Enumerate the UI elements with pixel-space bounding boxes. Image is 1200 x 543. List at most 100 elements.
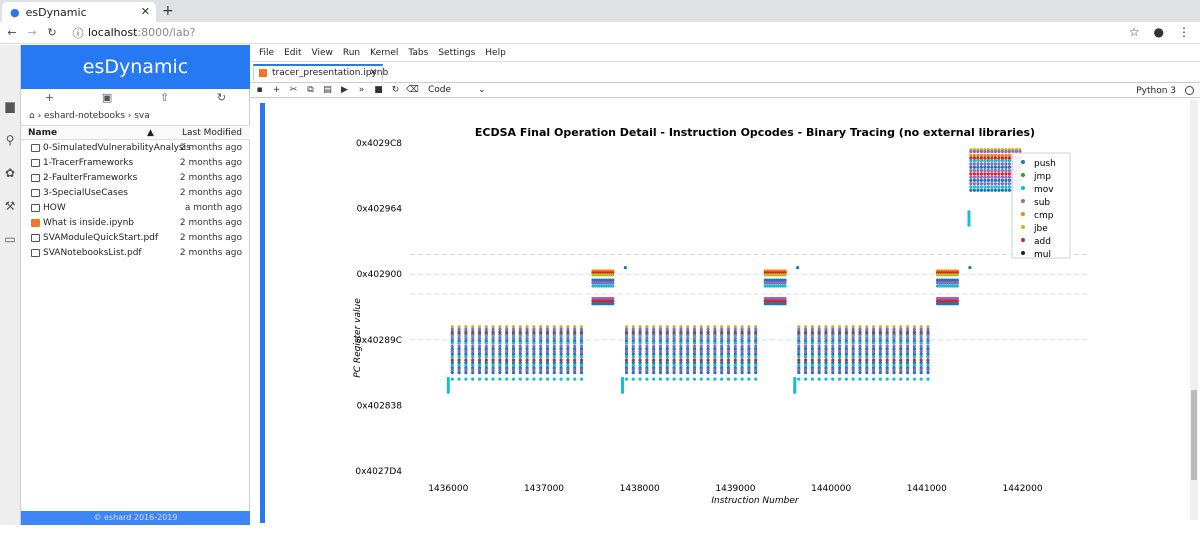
cell-type-select[interactable]: Code: [428, 85, 478, 95]
data-point: [997, 178, 1001, 182]
data-point: [665, 341, 669, 345]
back-icon[interactable]: ←: [4, 26, 20, 39]
data-point: [797, 377, 801, 381]
forward-icon[interactable]: →: [24, 26, 40, 39]
menu-item[interactable]: File: [259, 48, 274, 58]
run-icon[interactable]: ▶: [337, 85, 352, 95]
account-icon[interactable]: ●: [1154, 25, 1164, 39]
tabs-icon[interactable]: ▭: [3, 232, 17, 246]
palette-icon[interactable]: ✿: [3, 166, 17, 180]
breadcrumb-path[interactable]: › eshard-notebooks › sva: [38, 111, 150, 121]
file-row[interactable]: What is inside.ipynb 2 months ago: [21, 216, 250, 231]
menu-item[interactable]: Kernel: [370, 48, 398, 58]
active-cell-indicator[interactable]: [260, 103, 265, 523]
data-point: [477, 355, 482, 359]
data-point: [726, 377, 731, 381]
data-point: [885, 371, 889, 375]
file-row[interactable]: SVAModuleQuickStart.pdf 2 months ago: [21, 231, 250, 246]
stop-icon[interactable]: ■: [371, 85, 386, 95]
file-row[interactable]: HOW a month ago: [21, 201, 250, 216]
data-point: [905, 355, 910, 359]
column-modified[interactable]: Last Modified: [182, 128, 242, 138]
wrench-icon[interactable]: ⚒: [3, 199, 17, 213]
kernel-name[interactable]: Python 3: [1136, 86, 1176, 96]
menu-item[interactable]: Edit: [284, 48, 301, 58]
fast-forward-icon[interactable]: »: [354, 85, 369, 95]
save-icon[interactable]: ▪: [252, 85, 267, 95]
refresh-icon[interactable]: ↻: [217, 91, 226, 107]
data-point: [1004, 182, 1008, 186]
browser-tab[interactable]: ● esDynamic ✕: [2, 2, 156, 22]
data-point: [1007, 188, 1011, 192]
file-row[interactable]: 3-SpecialUseCases 2 months ago: [21, 186, 250, 201]
new-folder-icon[interactable]: ▣: [102, 91, 112, 107]
data-point: [645, 341, 649, 345]
data-point: [986, 188, 990, 192]
scrollbar[interactable]: [1190, 100, 1198, 520]
close-icon[interactable]: ✕: [141, 5, 150, 18]
data-point: [817, 371, 821, 375]
tab-notebook[interactable]: tracer_presentation.ipynb ✕: [253, 64, 388, 81]
data-point: [638, 341, 642, 345]
menu-item[interactable]: View: [312, 48, 333, 58]
paste-icon[interactable]: ▤: [320, 85, 335, 95]
menu-item[interactable]: Help: [485, 48, 506, 58]
new-tab-button[interactable]: +: [162, 3, 174, 19]
file-row[interactable]: 2-FaulterFrameworks 2 months ago: [21, 171, 250, 186]
data-point: [665, 371, 669, 375]
file-row[interactable]: SVANotebooksList.pdf 2 months ago: [21, 246, 250, 261]
data-point: [579, 355, 584, 359]
data-point: [464, 341, 468, 345]
scrollbar-thumb[interactable]: [1191, 390, 1197, 480]
menu-item[interactable]: Settings: [438, 48, 475, 58]
data-point: [579, 341, 584, 345]
x-tick-label: 1442000: [1003, 484, 1043, 494]
reload-icon[interactable]: ↻: [44, 26, 60, 39]
menu-item[interactable]: Run: [343, 48, 360, 58]
data-point: [983, 149, 987, 154]
data-point: [990, 188, 994, 192]
cut-icon[interactable]: ✂: [286, 85, 301, 95]
file-row[interactable]: 0-SimulatedVulnerabilityAnalysis 2 months…: [21, 141, 250, 156]
add-cell-icon[interactable]: +: [269, 85, 284, 95]
data-point: [878, 355, 882, 359]
data-point: [837, 371, 842, 375]
upload-icon[interactable]: ⇧: [160, 91, 169, 107]
legend-label: push: [1034, 159, 1056, 169]
data-point: [926, 371, 930, 375]
menu-item[interactable]: Tabs: [408, 48, 428, 58]
running-icon[interactable]: ⚲: [3, 133, 17, 147]
column-name[interactable]: Name: [28, 128, 57, 138]
data-point: [611, 273, 615, 277]
info-icon[interactable]: ⓘ: [70, 25, 86, 41]
menu-dots-icon[interactable]: ⋮: [1178, 25, 1190, 39]
file-row[interactable]: 1-TracerFrameworks 2 months ago: [21, 156, 250, 171]
data-point: [871, 355, 876, 359]
data-point: [532, 355, 536, 359]
home-icon[interactable]: ⌂: [29, 111, 35, 121]
restart-icon[interactable]: ↻: [388, 85, 403, 95]
data-point: [457, 355, 461, 359]
chevron-down-icon[interactable]: ⌄: [478, 85, 486, 95]
data-point: [754, 371, 758, 375]
data-point: [899, 377, 903, 381]
folder-icon[interactable]: ▆: [3, 99, 17, 113]
data-point: [878, 377, 882, 381]
data-point: [631, 371, 635, 375]
data-point: [803, 355, 808, 359]
sort-up-icon[interactable]: ▲: [147, 128, 154, 138]
data-point: [972, 182, 976, 186]
bookmark-star-icon[interactable]: ☆: [1129, 25, 1140, 39]
url-bar[interactable]: localhost:8000/lab?: [88, 26, 195, 39]
browser-tab-bar: ● esDynamic ✕ +: [0, 0, 1200, 22]
file-modified: a month ago: [184, 203, 242, 213]
data-point: [969, 185, 973, 189]
data-point: [837, 377, 842, 381]
data-point: [993, 149, 997, 154]
trash-icon[interactable]: ⌫: [405, 85, 420, 95]
sidebar-footer: © eshard 2016-2019: [21, 511, 250, 525]
data-point: [990, 175, 994, 179]
copy-icon[interactable]: ⧉: [303, 85, 318, 95]
new-launcher-icon[interactable]: +: [45, 91, 54, 107]
close-icon[interactable]: ✕: [369, 66, 377, 80]
